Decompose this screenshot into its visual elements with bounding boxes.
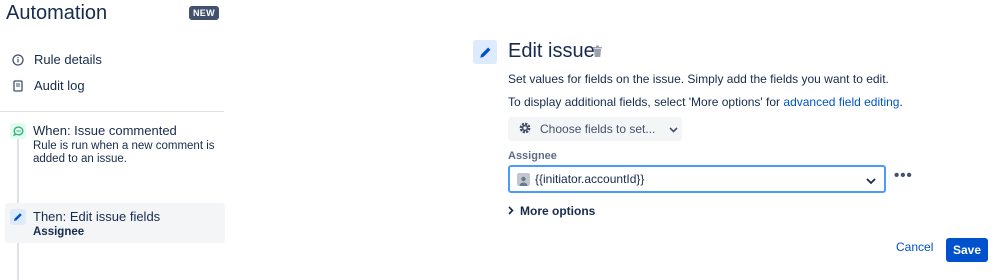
trigger-title: When: Issue commented: [33, 123, 177, 138]
choose-fields-button[interactable]: Choose fields to set...: [508, 117, 682, 141]
assignee-value: {{initiator.accountId}}: [535, 172, 645, 186]
choose-fields-label: Choose fields to set...: [540, 122, 656, 136]
document-icon: [12, 79, 24, 92]
info-icon: [12, 53, 24, 66]
more-actions-icon[interactable]: •••: [894, 168, 913, 183]
nav-audit-log[interactable]: Audit log: [12, 78, 85, 93]
more-options-label: More options: [520, 204, 596, 218]
new-badge: NEW: [189, 6, 219, 20]
save-button[interactable]: Save: [946, 238, 988, 262]
chevron-down-icon[interactable]: [866, 174, 876, 188]
additional-fields-note: To display additional fields, select 'Mo…: [508, 95, 903, 109]
nav-audit-log-label: Audit log: [34, 78, 85, 93]
edit-description: Set values for fields on the issue. Simp…: [508, 72, 889, 86]
gear-icon: [518, 121, 532, 138]
advanced-field-editing-link[interactable]: advanced field editing: [783, 95, 899, 109]
chevron-down-icon: [669, 122, 678, 136]
additional-fields-text: To display additional fields, select 'Mo…: [508, 95, 784, 109]
trigger-description: Rule is run when a new comment is added …: [33, 140, 215, 165]
action-subtitle: Assignee: [33, 226, 85, 238]
rule-sidebar: Automation NEW Rule details Audit log Wh…: [0, 0, 232, 280]
page-title: Edit issue: [508, 40, 595, 62]
pencil-icon: [10, 209, 26, 225]
assignee-select[interactable]: {{initiator.accountId}}: [508, 165, 886, 193]
user-avatar-icon: [517, 172, 530, 186]
sidebar-divider: [0, 111, 224, 112]
comment-icon: [10, 123, 26, 139]
additional-fields-suffix: .: [899, 95, 903, 109]
action-component[interactable]: Then: Edit issue fields Assignee: [5, 203, 225, 243]
cancel-button[interactable]: Cancel: [896, 240, 933, 254]
chevron-right-icon: [508, 204, 514, 218]
nav-rule-details[interactable]: Rule details: [12, 52, 102, 67]
more-options-toggle[interactable]: More options: [508, 204, 595, 218]
action-title: Then: Edit issue fields: [33, 209, 161, 224]
app-title: Automation: [6, 2, 108, 24]
assignee-label: Assignee: [508, 150, 557, 162]
nav-rule-details-label: Rule details: [34, 52, 102, 67]
trash-icon[interactable]: [592, 45, 603, 63]
edit-issue-icon: [473, 40, 497, 64]
